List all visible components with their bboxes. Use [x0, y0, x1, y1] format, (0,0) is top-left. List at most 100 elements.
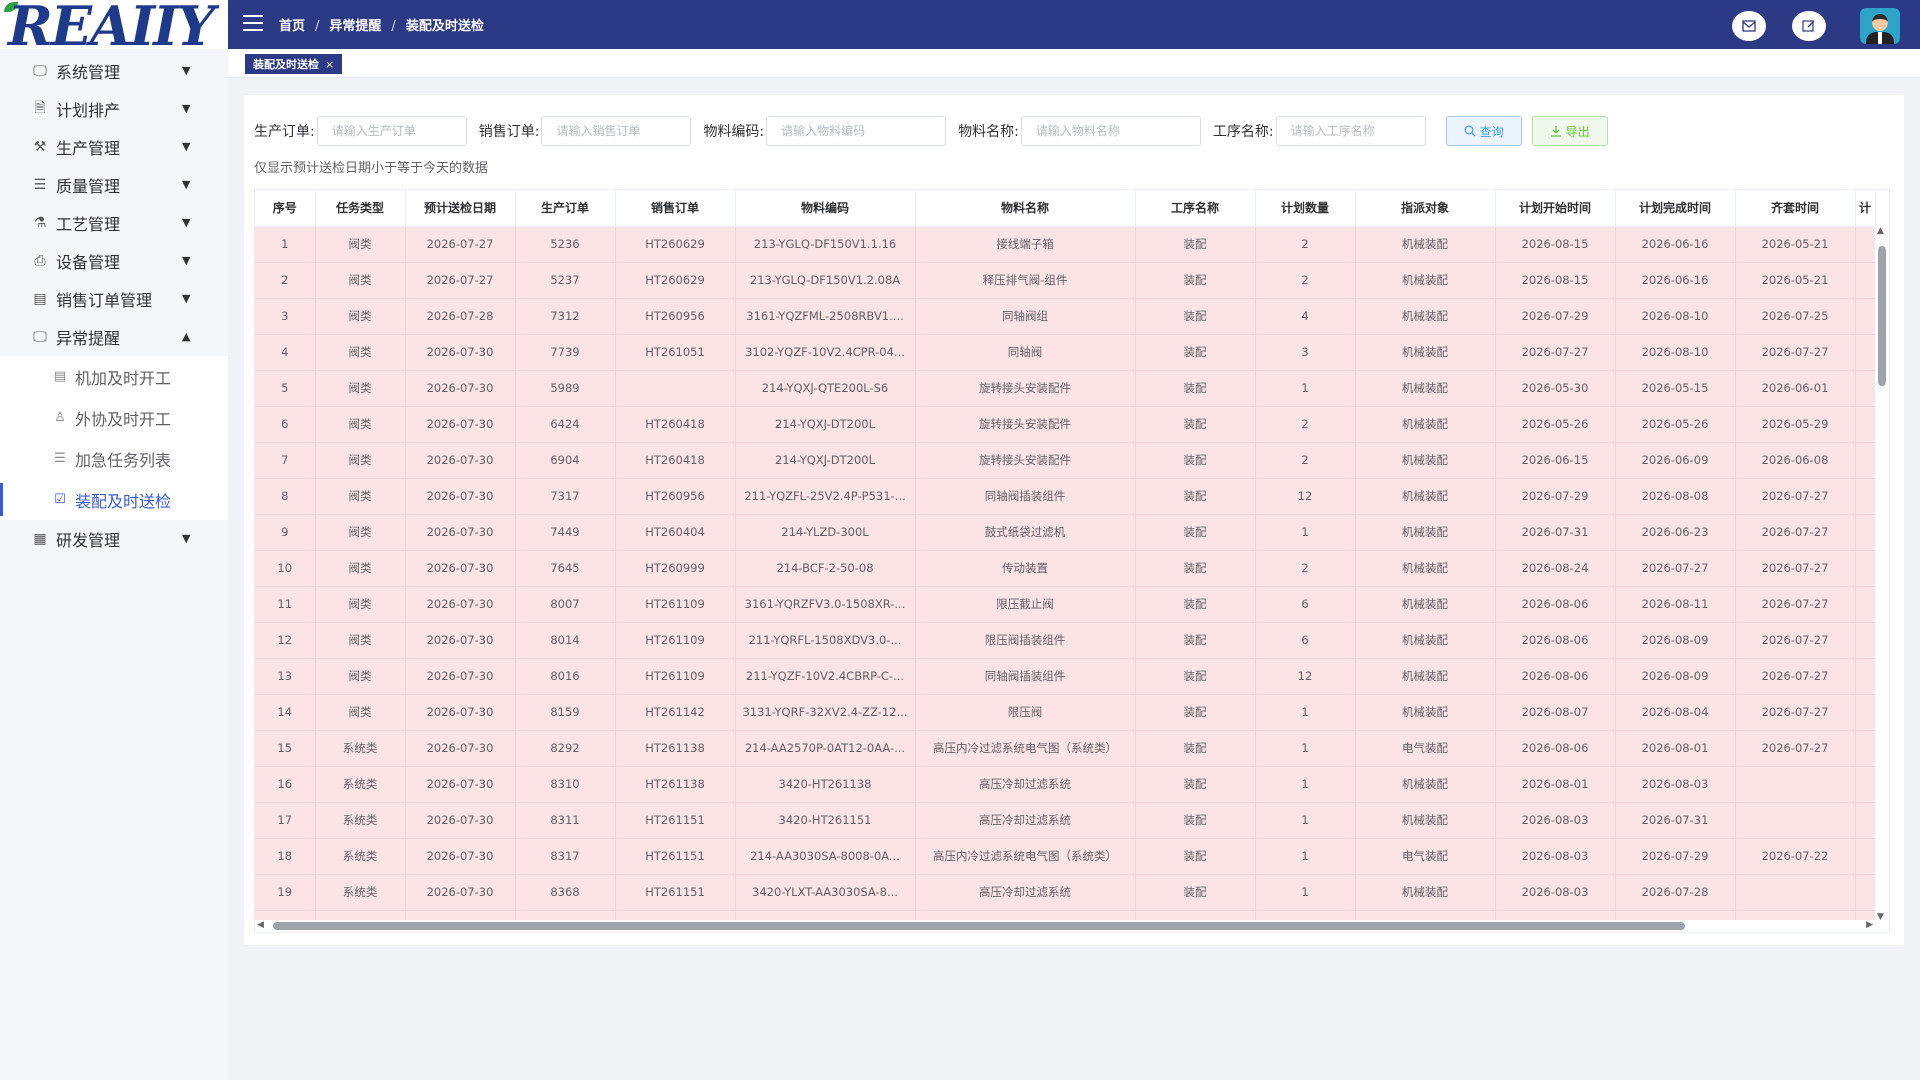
column-header[interactable]: 计划完成时间: [1615, 190, 1736, 227]
table-cell: 阀类: [315, 334, 406, 371]
horizontal-scrollbar[interactable]: ◀ ▶: [255, 920, 1889, 932]
table-cell: 2026-08-06: [1495, 586, 1616, 623]
sidebar-item-process[interactable]: ⚗ 工艺管理 ▼: [0, 204, 228, 242]
column-header[interactable]: 销售订单: [615, 190, 736, 227]
table-cell: 装配: [1135, 370, 1256, 407]
export-button[interactable]: 导出: [1531, 116, 1608, 146]
caret-down-icon: ▼: [182, 102, 191, 115]
column-header[interactable]: 任务类型: [315, 190, 406, 227]
table-cell: 2026-07-30: [405, 442, 516, 479]
logo-text: REAIIY: [8, 0, 215, 49]
table-cell: 7317: [515, 478, 616, 515]
breadcrumb-home[interactable]: 首页: [279, 19, 305, 34]
table-cell: HT261151: [615, 802, 736, 839]
table-cell: 3: [1255, 334, 1356, 371]
sidebar-subitem-outsource-start[interactable]: ♙ 外协及时开工: [0, 397, 228, 438]
table-row[interactable]: 9 阀类 2026-07-30 7449 HT260404 214-YLZD-300L 鼓式…: [255, 514, 1876, 551]
table-row[interactable]: 17 系统类 2026-07-30 8311 HT261151 3420-HT261151…: [255, 802, 1876, 839]
table-cell: [1855, 874, 1876, 911]
table-cell: 1: [1255, 838, 1356, 875]
process-name-input[interactable]: [1275, 116, 1426, 146]
sidebar-subitem-machining-start[interactable]: ▤ 机加及时开工: [0, 356, 228, 397]
sidebar-subitem-assembly-inspection[interactable]: ☑ 装配及时送检: [0, 479, 228, 520]
column-header[interactable]: 序号: [255, 190, 316, 227]
table-cell: HT260629: [615, 226, 736, 263]
table-cell: 2026-08-08: [1615, 478, 1736, 515]
query-button[interactable]: 查询: [1445, 116, 1522, 146]
table-row[interactable]: 10 阀类 2026-07-30 7645 HT260999 214-BCF-2-50-0…: [255, 550, 1876, 587]
table-row[interactable]: 6 阀类 2026-07-30 6424 HT260418 214-YQXJ-DT200L…: [255, 406, 1876, 443]
sidebar-item-production[interactable]: ⚒ 生产管理 ▼: [0, 128, 228, 166]
tag-close-icon[interactable]: ×: [325, 58, 334, 71]
sidebar-subitem-urgent-tasks[interactable]: ☰ 加急任务列表: [0, 438, 228, 479]
sidebar-subitem-label: 机加及时开工: [75, 368, 172, 388]
column-header[interactable]: 齐套时间: [1735, 190, 1856, 227]
table-cell: 2026-07-28: [405, 298, 516, 335]
table-cell: 2026-07-27: [1735, 658, 1856, 695]
table-row[interactable]: 14 阀类 2026-07-30 8159 HT261142 3131-YQRF-32XV…: [255, 694, 1876, 731]
edit-icon[interactable]: [1792, 11, 1826, 41]
column-header[interactable]: 计: [1855, 190, 1876, 227]
table-row[interactable]: 16 系统类 2026-07-30 8310 HT261138 3420-HT261138…: [255, 766, 1876, 803]
sidebar-item-quality[interactable]: ☰ 质量管理 ▼: [0, 166, 228, 204]
sidebar-item-system[interactable]: 🖵 系统管理 ▼: [0, 52, 228, 90]
breadcrumb: 首页 / 异常提醒 / 装配及时送检: [279, 19, 484, 34]
column-header[interactable]: 工序名称: [1135, 190, 1256, 227]
table-row[interactable]: 7 阀类 2026-07-30 6904 HT260418 214-YQXJ-DT200L…: [255, 442, 1876, 479]
table-cell: 2026-08-15: [1495, 226, 1616, 263]
table-cell: 2026-07-30: [405, 370, 516, 407]
sidebar-item-rnd[interactable]: ▦ 研发管理 ▼: [0, 520, 228, 558]
table-cell: [1855, 298, 1876, 335]
table-cell: 2026-07-29: [1495, 298, 1616, 335]
sidebar-subitem-label: 加急任务列表: [75, 450, 172, 470]
table-cell: [1735, 766, 1856, 803]
table-row[interactable]: 11 阀类 2026-07-30 8007 HT261109 3161-YQRZFV3.0…: [255, 586, 1876, 623]
material-code-input[interactable]: [766, 116, 947, 146]
table-cell: 2026-08-03: [1495, 874, 1616, 911]
table-row[interactable]: 3 阀类 2026-07-28 7312 HT260956 3161-YQZFML-250…: [255, 298, 1876, 335]
column-header[interactable]: 指派对象: [1355, 190, 1496, 227]
breadcrumb-abnormal[interactable]: 异常提醒: [329, 19, 381, 34]
logo[interactable]: REAIIY: [0, 0, 228, 49]
table-row[interactable]: 15 系统类 2026-07-30 8292 HT261138 214-AA2570P-0…: [255, 730, 1876, 767]
column-header[interactable]: 计划开始时间: [1495, 190, 1616, 227]
table-row[interactable]: 19 系统类 2026-07-30 8368 HT261151 3420-YLXT-AA3…: [255, 874, 1876, 911]
table-cell: 214-AA2570P-0AT12-0AA-...: [735, 730, 916, 767]
tag-current-page[interactable]: 装配及时送检 ×: [245, 54, 343, 74]
table-row[interactable]: 1 阀类 2026-07-27 5236 HT260629 213-YGLQ-DF150V…: [255, 226, 1876, 263]
user-icon: ♙: [54, 410, 66, 425]
column-header[interactable]: 预计送检日期: [405, 190, 516, 227]
production-order-input[interactable]: [316, 116, 467, 146]
vertical-scrollbar[interactable]: ▲ ▼: [1875, 226, 1889, 922]
mail-icon[interactable]: [1732, 11, 1766, 41]
sidebar-item-plan[interactable]: 🗎 计划排产 ▼: [0, 90, 228, 128]
table-cell: 机械装配: [1355, 406, 1496, 443]
table-cell: 211-YQRFL-1508XDV3.0-...: [735, 622, 916, 659]
material-name-input[interactable]: [1020, 116, 1201, 146]
table-cell: 2026-07-29: [1615, 838, 1736, 875]
table-row[interactable]: 2 阀类 2026-07-27 5237 HT260629 213-YGLQ-DF150V…: [255, 262, 1876, 299]
table-row[interactable]: 4 阀类 2026-07-30 7739 HT261051 3102-YQZF-10V2.…: [255, 334, 1876, 371]
table-cell: 2026-07-30: [405, 622, 516, 659]
column-header[interactable]: 计划数量: [1255, 190, 1356, 227]
sidebar-menu: 🖵 系统管理 ▼ 🗎 计划排产 ▼ ⚒ 生产管理 ▼ ☰ 质量管理 ▼ ⚗ 工艺管理 ▼ ⎙ 设备管理 ▼ ▤ 销售订…: [0, 52, 228, 558]
hamburger-menu-icon[interactable]: [243, 15, 263, 31]
column-header[interactable]: 物料编码: [735, 190, 916, 227]
user-avatar[interactable]: [1860, 8, 1900, 44]
table-cell: 装配: [1135, 478, 1256, 515]
sales-order-input[interactable]: [541, 116, 692, 146]
sidebar-item-sales-order[interactable]: ▤ 销售订单管理 ▼: [0, 280, 228, 318]
sidebar-item-equipment[interactable]: ⎙ 设备管理 ▼: [0, 242, 228, 280]
table-row[interactable]: 18 系统类 2026-07-30 8317 HT261151 214-AA3030SA-…: [255, 838, 1876, 875]
table-cell: 8292: [515, 730, 616, 767]
column-header[interactable]: 物料名称: [915, 190, 1136, 227]
table-cell: 2: [255, 262, 316, 299]
table-row[interactable]: 13 阀类 2026-07-30 8016 HT261109 211-YQZF-10V2.…: [255, 658, 1876, 695]
table-cell: 2026-08-01: [1615, 730, 1736, 767]
table-cell: 5: [255, 370, 316, 407]
table-row[interactable]: 12 阀类 2026-07-30 8014 HT261109 211-YQRFL-1508…: [255, 622, 1876, 659]
column-header[interactable]: 生产订单: [515, 190, 616, 227]
table-row[interactable]: 8 阀类 2026-07-30 7317 HT260956 211-YQZFL-25V2.…: [255, 478, 1876, 515]
table-row[interactable]: 5 阀类 2026-07-30 5989 214-YQXJ-QTE200L-S6 旋转接头…: [255, 370, 1876, 407]
sidebar-item-abnormal[interactable]: 🖵 异常提醒 ▲: [0, 318, 228, 356]
